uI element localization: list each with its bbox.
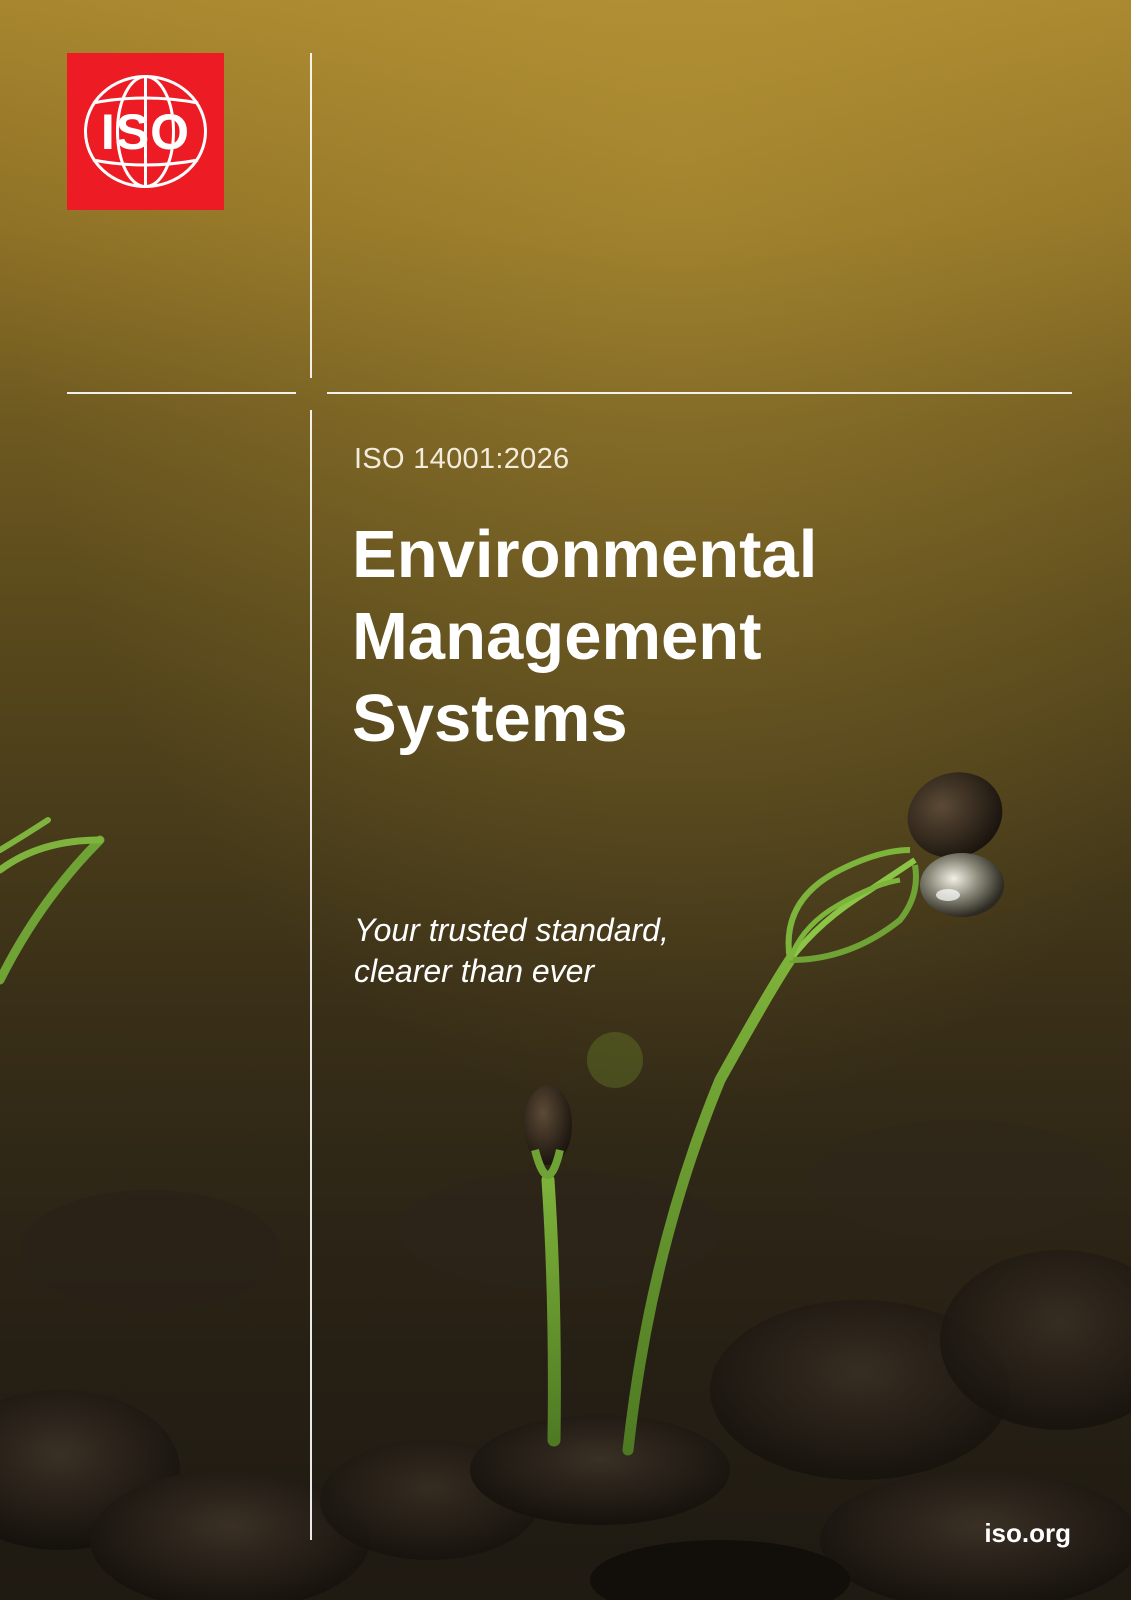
website-url: iso.org bbox=[984, 1518, 1071, 1548]
tagline: Your trusted standard, clearer than ever bbox=[354, 910, 669, 992]
document-number: ISO 14001:2026 bbox=[354, 443, 570, 475]
title-line: Systems bbox=[352, 681, 628, 756]
iso-logo: ISO bbox=[67, 53, 224, 210]
vertical-rule-top bbox=[310, 53, 312, 378]
horizontal-rule-left bbox=[67, 392, 296, 394]
seedling-photo bbox=[0, 0, 1131, 1600]
tagline-line: clearer than ever bbox=[354, 953, 595, 989]
document-title: Environmental Management Systems bbox=[352, 514, 1032, 760]
title-line: Management bbox=[352, 599, 762, 674]
vertical-rule-bottom bbox=[310, 410, 312, 1540]
tagline-line: Your trusted standard, bbox=[354, 912, 669, 948]
title-line: Environmental bbox=[352, 517, 818, 592]
logo-text: ISO bbox=[100, 103, 191, 160]
cover-page: ISO ISO 14001:2026 Environmental Managem… bbox=[0, 0, 1131, 1600]
horizontal-rule-right bbox=[327, 392, 1072, 394]
